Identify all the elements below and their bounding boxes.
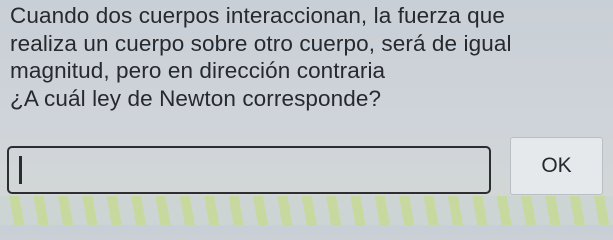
question-line-1: Cuando dos cuerpos interaccionan, la fue… (10, 3, 506, 28)
text-caret (19, 156, 22, 184)
ok-button[interactable]: OK (510, 137, 603, 195)
background-stripes (0, 196, 613, 225)
question-text: Cuando dos cuerpos interaccionan, la fue… (10, 2, 606, 112)
answer-input[interactable] (7, 146, 491, 194)
question-line-3: magnitud, pero en dirección contraria (10, 58, 386, 83)
quiz-screen: Cuando dos cuerpos interaccionan, la fue… (0, 0, 613, 225)
question-line-2: realiza un cuerpo sobre otro cuerpo, ser… (10, 30, 512, 56)
question-line-4: ¿A cuál ley de Newton corresponde? (10, 85, 382, 111)
